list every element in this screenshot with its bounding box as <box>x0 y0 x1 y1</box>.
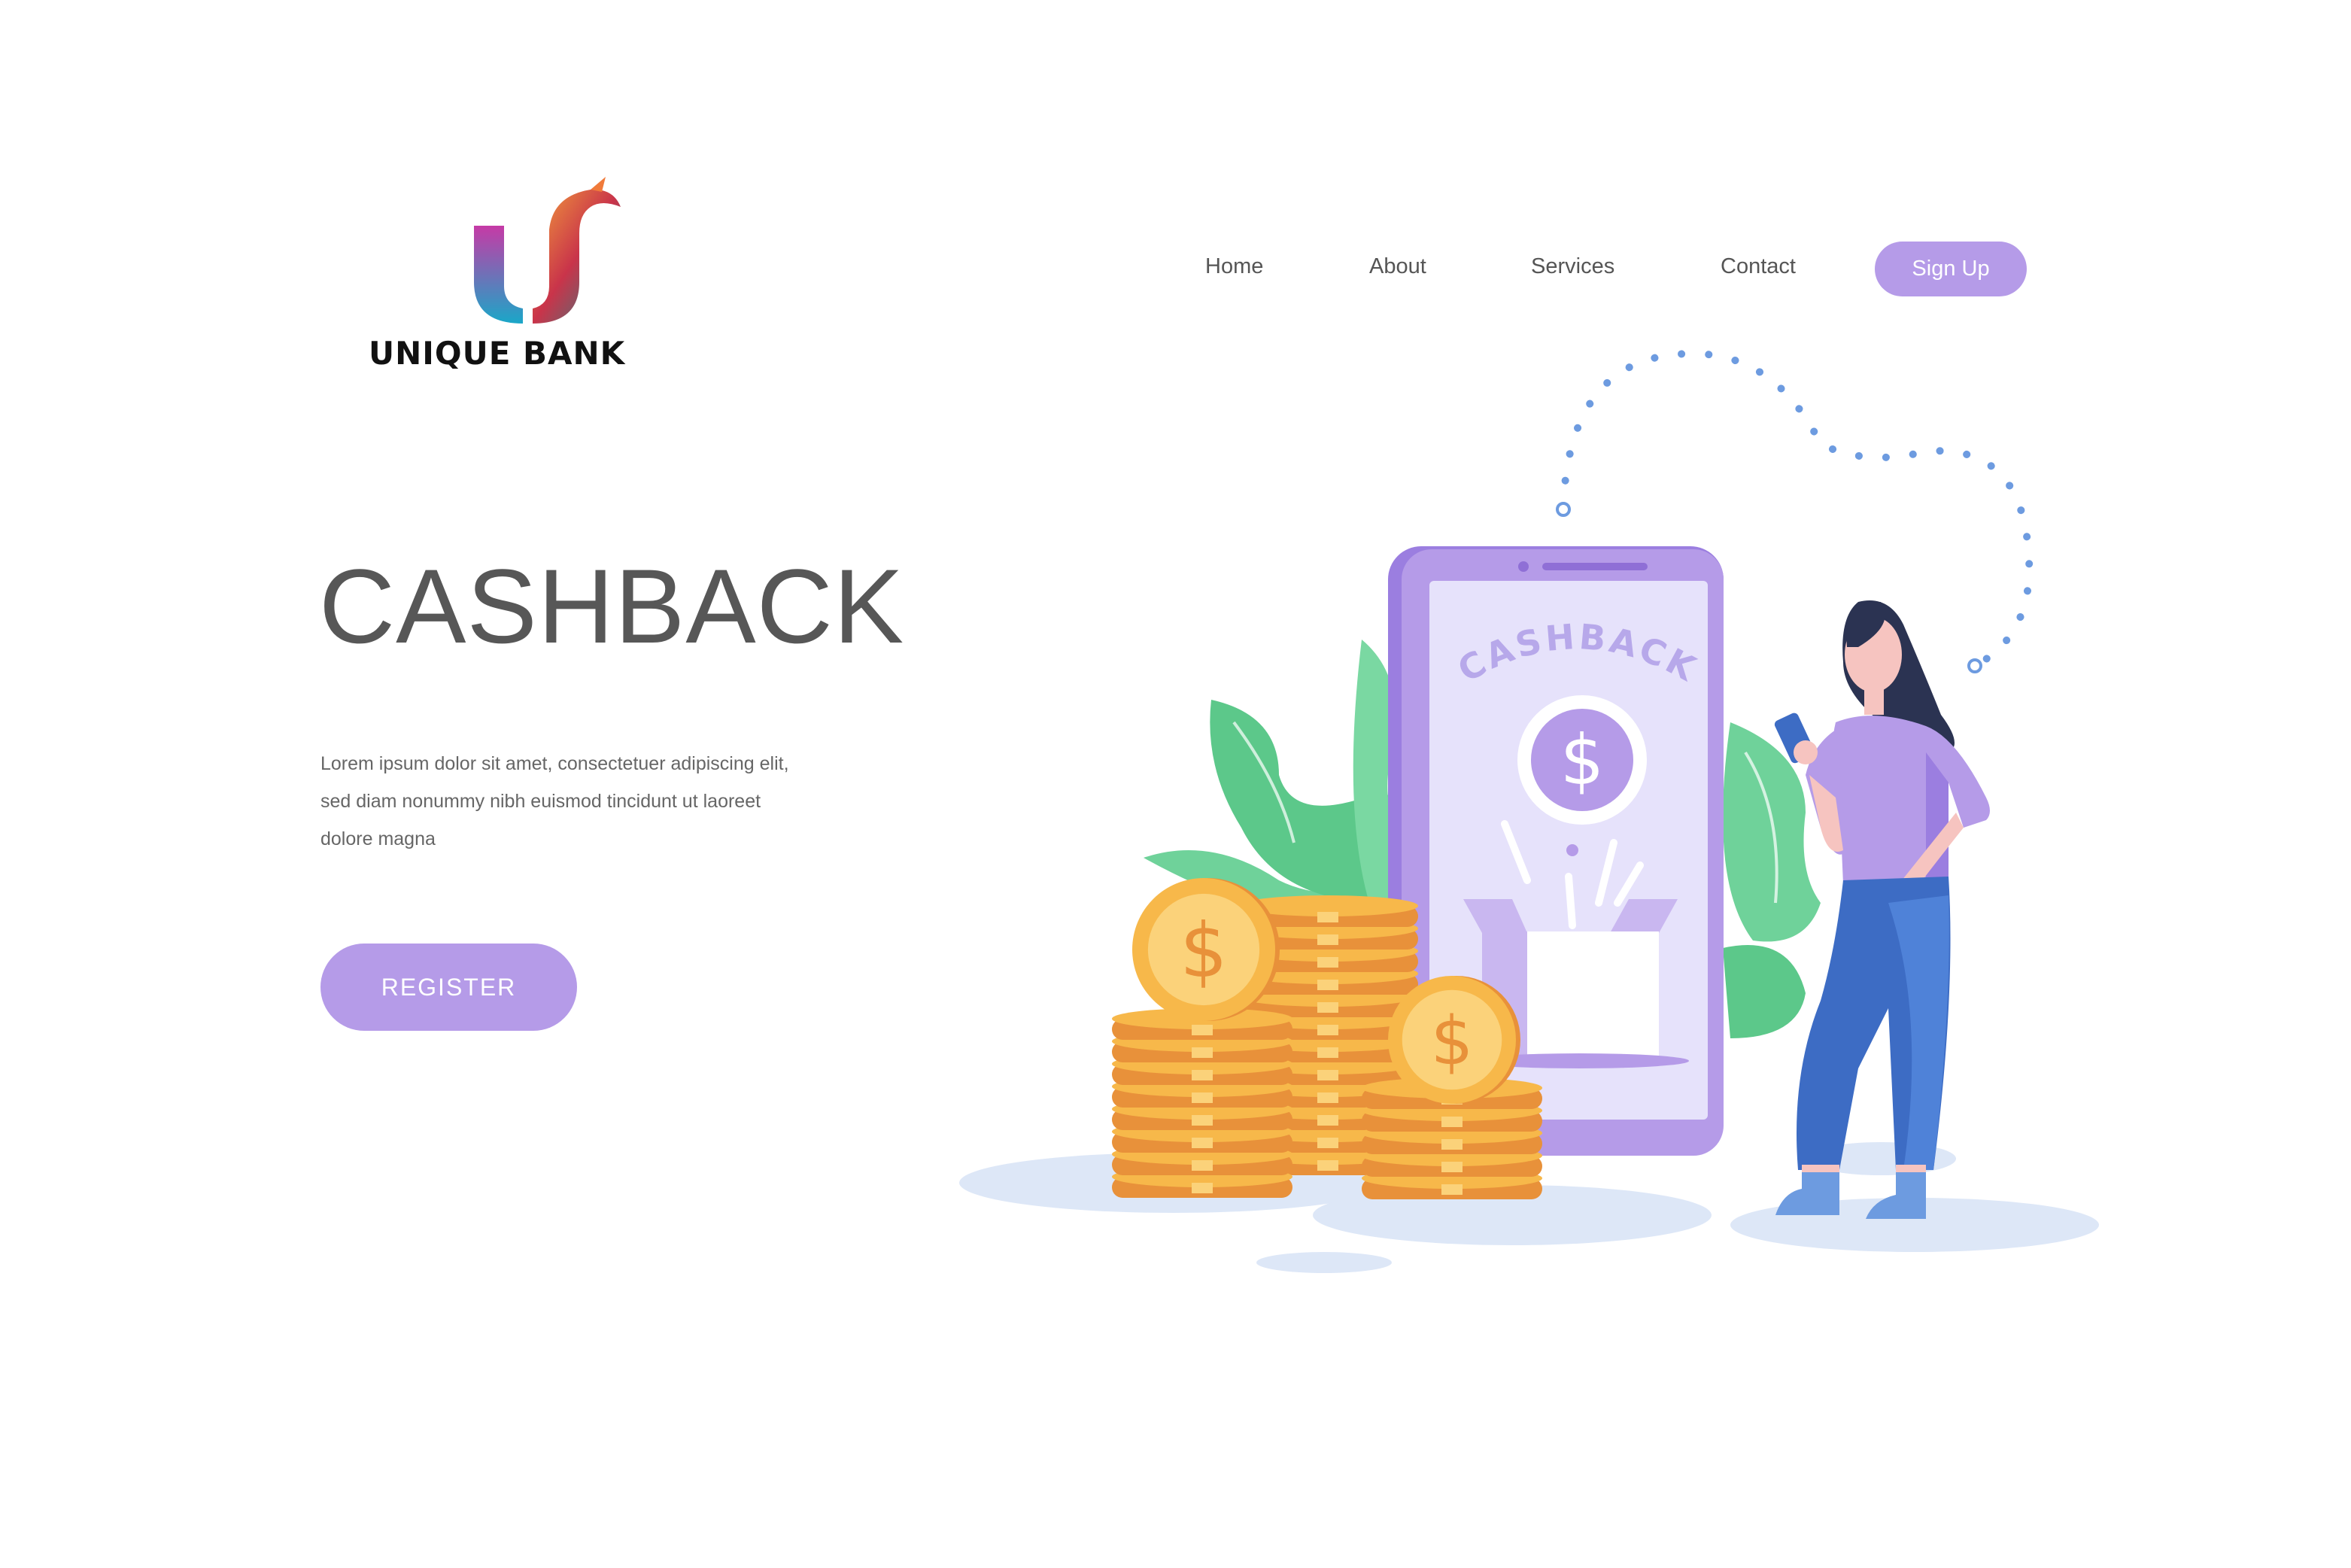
floor-shadow <box>959 1142 2099 1273</box>
page-title: CASHBACK <box>319 547 905 665</box>
coin <box>1238 963 1418 995</box>
description-line: Lorem ipsum dolor sit amet, consectetuer… <box>320 753 789 774</box>
coin <box>1238 1144 1418 1175</box>
coin <box>1238 1053 1418 1085</box>
coin <box>1238 986 1418 1017</box>
coin <box>1238 1076 1418 1108</box>
coin <box>1238 1099 1418 1130</box>
coin <box>1238 1008 1418 1040</box>
coin <box>1238 1031 1418 1062</box>
coin <box>1238 940 1418 972</box>
coin-stack-icon: $$ <box>1112 878 1542 1199</box>
hero-description: Lorem ipsum dolor sit amet, consectetuer… <box>320 745 847 858</box>
nav-home[interactable]: Home <box>1205 254 1263 279</box>
dollar-coin-icon: $ <box>1132 878 1280 1021</box>
dollar-coin-icon: $ <box>1388 976 1520 1104</box>
description-line: sed diam nonummy nibh euismod tincidunt … <box>320 791 761 812</box>
coin <box>1112 1144 1292 1175</box>
coin <box>1112 1008 1292 1040</box>
leaf-icon <box>1144 640 1821 1038</box>
dollar-sign: $ <box>1431 1002 1474 1080</box>
coin <box>1362 1100 1542 1132</box>
dollar-coin-icon: $ <box>1560 720 1605 801</box>
nav-contact[interactable]: Contact <box>1721 254 1796 279</box>
coin <box>1112 1031 1292 1062</box>
register-button[interactable]: REGISTER <box>320 944 577 1031</box>
coin <box>1238 895 1418 927</box>
dollar-sign: $ <box>1180 907 1227 995</box>
description-line: dolore magna <box>320 828 436 849</box>
smartphone-icon: CASHBACK $ <box>1388 546 1724 1156</box>
coin <box>1112 1053 1292 1085</box>
coin <box>1112 1076 1292 1108</box>
nav-services[interactable]: Services <box>1531 254 1614 279</box>
coin <box>1112 1121 1292 1153</box>
coin <box>1362 1123 1542 1154</box>
coin <box>1362 1077 1542 1109</box>
brand-logo[interactable]: UNIQUE BANK <box>361 173 662 384</box>
coin <box>1362 1145 1542 1177</box>
coin <box>1238 918 1418 950</box>
gift-box-icon <box>1463 899 1689 1068</box>
coin <box>1362 1168 1542 1199</box>
coin <box>1112 1099 1292 1130</box>
brand-name: UNIQUE BANK <box>369 335 626 372</box>
coin <box>1238 1121 1418 1153</box>
coin <box>1112 1166 1292 1198</box>
nav-about[interactable]: About <box>1369 254 1426 279</box>
sign-up-button[interactable]: Sign Up <box>1875 242 2027 296</box>
phone-cashback-label: CASHBACK <box>1451 616 1705 691</box>
dotted-path <box>1556 349 2034 673</box>
woman-figure <box>1774 600 1990 1219</box>
u-bird-logo-icon <box>474 177 621 324</box>
